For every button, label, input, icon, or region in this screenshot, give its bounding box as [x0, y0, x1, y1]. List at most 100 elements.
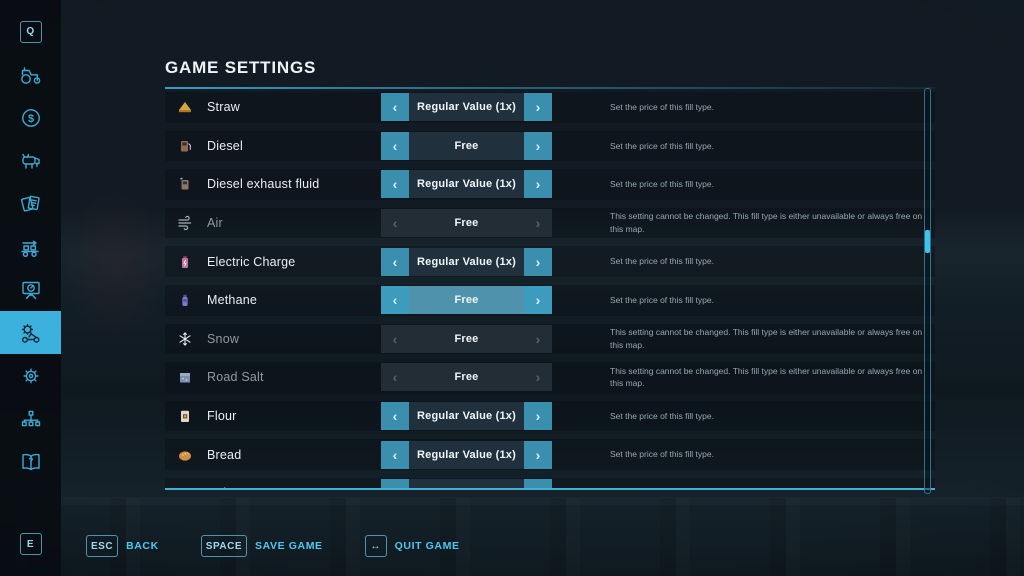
increase-value-button[interactable]: ›: [524, 286, 552, 314]
fill-type-label: Diesel: [207, 139, 381, 153]
production-icon: [18, 235, 44, 259]
quit-game-button[interactable]: ↔ QUIT GAME: [365, 535, 460, 557]
decrease-value-button[interactable]: ‹: [381, 132, 409, 160]
fill-type-row: Air ‹ Free › This setting cannot be chan…: [165, 208, 935, 239]
fill-type-label: Straw: [207, 100, 381, 114]
value-selector: ‹ Regular Value (1x) ›: [381, 170, 552, 198]
value-selector: ‹ Regular Value (1x) ›: [381, 248, 552, 276]
selector-value: Regular Value (1x): [409, 248, 524, 276]
sidebar-item-contracts[interactable]: [0, 182, 61, 225]
back-button[interactable]: ESC BACK: [86, 535, 159, 557]
value-selector: ‹ Regular Value (1x) ›: [381, 93, 552, 121]
game-settings-icon: [18, 321, 44, 345]
increase-value-button[interactable]: ›: [524, 441, 552, 469]
sidebar-item-statistics[interactable]: [0, 268, 61, 311]
sidebar-item-finances[interactable]: $: [0, 96, 61, 139]
finances-icon: $: [19, 106, 43, 130]
air-icon: [177, 215, 195, 231]
decrease-value-button[interactable]: ‹: [381, 93, 409, 121]
quit-game-label: QUIT GAME: [395, 540, 460, 552]
sidebar-item-animals[interactable]: [0, 139, 61, 182]
methane-icon: [177, 292, 195, 308]
increase-value-button[interactable]: ›: [524, 479, 552, 490]
increase-value-button: ›: [524, 209, 552, 237]
value-selector: ‹ Free ›: [381, 132, 552, 160]
svg-text:?: ?: [28, 456, 33, 465]
selector-value: Regular Value (1x): [409, 93, 524, 121]
diesel-icon: [177, 138, 195, 154]
help-icon: ?: [18, 450, 44, 474]
fill-type-row: Flour ‹ Regular Value (1x) › Set the pri…: [165, 401, 935, 432]
decrease-value-button[interactable]: ‹: [381, 479, 409, 490]
game-settings-panel: GAME SETTINGS Straw ‹ Regular Value (1x)…: [165, 58, 935, 490]
selector-value: Regular Value (1x): [409, 402, 524, 430]
sidebar-item-game-settings[interactable]: [0, 311, 61, 354]
fill-type-row: Bread ‹ Regular Value (1x) › Set the pri…: [165, 439, 935, 470]
animals-icon: [18, 150, 44, 172]
scrollbar-thumb[interactable]: [925, 230, 930, 253]
fill-type-label: Methane: [207, 293, 381, 307]
contracts-icon: [18, 192, 44, 216]
scrollbar-track[interactable]: [924, 88, 931, 494]
back-label: BACK: [126, 540, 159, 552]
sidebar-item-production[interactable]: [0, 225, 61, 268]
decrease-value-button[interactable]: ‹: [381, 248, 409, 276]
save-game-button[interactable]: SPACE SAVE GAME: [201, 535, 323, 557]
increase-value-button[interactable]: ›: [524, 248, 552, 276]
sidebar-item-general-settings[interactable]: [0, 354, 61, 397]
increase-value-button[interactable]: ›: [524, 93, 552, 121]
multiplayer-icon: [18, 407, 44, 431]
increase-value-button: ›: [524, 363, 552, 391]
decrease-value-button: ‹: [381, 325, 409, 353]
decrease-value-button[interactable]: ‹: [381, 286, 409, 314]
electric-charge-icon: [177, 254, 195, 270]
increase-value-button: ›: [524, 325, 552, 353]
fill-type-row: Methane ‹ Free › Set the price of this f…: [165, 285, 935, 316]
fill-type-row: Cake ‹ Regular Value (1x) › Set the pric…: [165, 478, 935, 490]
value-selector: ‹ Free ›: [381, 209, 552, 237]
setting-description: Set the price of this fill type.: [610, 178, 932, 191]
sidebar-item-help[interactable]: ?: [0, 440, 61, 483]
selector-value: Regular Value (1x): [409, 479, 524, 490]
setting-description: This setting cannot be changed. This fil…: [610, 326, 932, 352]
value-selector: ‹ Free ›: [381, 363, 552, 391]
save-game-label: SAVE GAME: [255, 540, 323, 552]
selector-value: Free: [409, 132, 524, 160]
decrease-value-button: ‹: [381, 363, 409, 391]
value-selector: ‹ Regular Value (1x) ›: [381, 479, 552, 490]
fill-type-label: Diesel exhaust fluid: [207, 177, 381, 191]
sidebar-item-multiplayer[interactable]: [0, 397, 61, 440]
snow-icon: [177, 331, 195, 347]
increase-value-button[interactable]: ›: [524, 170, 552, 198]
value-selector: ‹ Regular Value (1x) ›: [381, 402, 552, 430]
increase-value-button[interactable]: ›: [524, 132, 552, 160]
title-divider: [165, 87, 935, 89]
setting-description: This setting cannot be changed. This fil…: [610, 365, 932, 391]
setting-description: Set the price of this fill type.: [610, 410, 932, 423]
flour-icon: [177, 408, 195, 424]
fill-type-row: Road Salt ‹ Free › This setting cannot b…: [165, 362, 935, 393]
setting-description: Set the price of this fill type.: [610, 294, 932, 307]
decrease-value-button[interactable]: ‹: [381, 170, 409, 198]
selector-value: Free: [409, 286, 524, 314]
setting-description: Set the price of this fill type.: [610, 101, 932, 114]
value-selector: ‹ Free ›: [381, 286, 552, 314]
e-key-badge: E: [20, 533, 42, 555]
setting-description: This setting cannot be changed. This fil…: [610, 210, 932, 236]
space-key-badge: SPACE: [201, 535, 247, 557]
general-settings-icon: [19, 364, 43, 388]
bread-icon: [177, 447, 195, 463]
straw-icon: [177, 99, 195, 115]
sidebar-item-vehicles[interactable]: [0, 53, 61, 96]
increase-value-button[interactable]: ›: [524, 402, 552, 430]
selector-value: Free: [409, 325, 524, 353]
fill-type-label: Flour: [207, 409, 381, 423]
decrease-value-button[interactable]: ‹: [381, 441, 409, 469]
fill-type-row: Electric Charge ‹ Regular Value (1x) › S…: [165, 246, 935, 277]
value-selector: ‹ Free ›: [381, 325, 552, 353]
arrows-key-badge: ↔: [365, 535, 387, 557]
decrease-value-button[interactable]: ‹: [381, 402, 409, 430]
sidebar: Q$? E: [0, 0, 61, 576]
footer-actions: ESC BACK SPACE SAVE GAME ↔ QUIT GAME: [86, 534, 460, 558]
svg-text:$: $: [27, 113, 33, 125]
